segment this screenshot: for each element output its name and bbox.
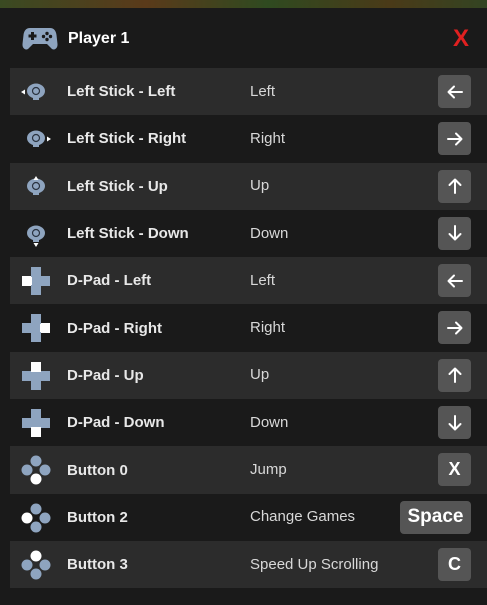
binding-row: Button 3 Speed Up Scrolling C xyxy=(10,540,487,589)
input-name: Button 2 xyxy=(67,508,128,526)
action-label: Speed Up Scrolling xyxy=(250,555,379,573)
input-name: Button 3 xyxy=(67,556,128,574)
binding-row: Button 0 Jump X xyxy=(10,446,487,494)
gamepad-icon xyxy=(22,25,58,51)
action-label: Right xyxy=(250,319,286,337)
input-name: Left Stick - Left xyxy=(67,83,176,101)
stick-down-icon xyxy=(20,218,52,250)
binding-row: D-Pad - Up Up xyxy=(10,351,487,400)
key-binding-button[interactable] xyxy=(438,358,471,392)
key-binding-button[interactable]: Space xyxy=(400,500,471,534)
close-button[interactable]: X xyxy=(449,27,473,51)
binding-row: D-Pad - Right Right xyxy=(10,304,487,352)
input-name: D-Pad - Right xyxy=(67,319,162,337)
action-label: Change Games xyxy=(250,508,356,526)
key-binding-button[interactable]: X xyxy=(438,453,471,487)
action-label: Left xyxy=(250,82,276,100)
stick-up-icon xyxy=(20,171,52,203)
key-binding-button[interactable] xyxy=(438,75,471,108)
action-label: Left xyxy=(250,271,276,289)
input-name: D-Pad - Down xyxy=(67,414,165,432)
key-binding-button[interactable] xyxy=(438,122,471,156)
stick-right-icon xyxy=(20,123,52,155)
action-label: Down xyxy=(250,224,289,242)
dpad-left-icon xyxy=(20,265,52,297)
action-label: Up xyxy=(250,366,270,384)
dpad-right-icon xyxy=(20,312,52,344)
key-binding-button[interactable] xyxy=(438,311,471,345)
action-label: Up xyxy=(250,177,270,195)
key-binding-button[interactable] xyxy=(438,169,471,203)
face-button-left-icon xyxy=(20,502,52,534)
binding-row: Button 2 Change Games Space xyxy=(10,493,487,541)
player-title: Player 1 xyxy=(68,30,130,47)
key-binding-button[interactable] xyxy=(438,216,471,250)
dpad-down-icon xyxy=(20,407,52,439)
input-name: D-Pad - Left xyxy=(67,272,152,290)
game-background-strip xyxy=(0,0,487,8)
binding-list: Left Stick - Left Left Left Stick - Right… xyxy=(10,68,487,589)
dpad-up-icon xyxy=(20,360,52,392)
binding-row: D-Pad - Left Left xyxy=(10,257,487,305)
player-header: Player 1 X xyxy=(0,8,487,66)
binding-row: Left Stick - Up Up xyxy=(10,162,487,210)
action-label: Jump xyxy=(250,461,287,479)
face-button-bottom-icon xyxy=(20,454,52,486)
action-label: Down xyxy=(250,413,289,431)
action-label: Right xyxy=(250,129,286,147)
binding-row: Left Stick - Right Right xyxy=(10,115,487,163)
input-name: Left Stick - Down xyxy=(67,225,189,243)
input-name: Left Stick - Up xyxy=(67,177,168,195)
input-name: Button 0 xyxy=(67,461,128,479)
key-binding-button[interactable] xyxy=(438,264,471,298)
key-binding-button[interactable] xyxy=(438,406,471,440)
key-binding-button[interactable]: C xyxy=(438,547,471,581)
input-name: Left Stick - Right xyxy=(67,130,187,148)
input-name: D-Pad - Up xyxy=(67,366,144,384)
binding-row: Left Stick - Left Left xyxy=(10,68,487,116)
face-button-top-icon xyxy=(20,549,52,581)
stick-left-icon xyxy=(20,76,52,108)
binding-row: Left Stick - Down Down xyxy=(10,209,487,258)
binding-row: D-Pad - Down Down xyxy=(10,399,487,447)
